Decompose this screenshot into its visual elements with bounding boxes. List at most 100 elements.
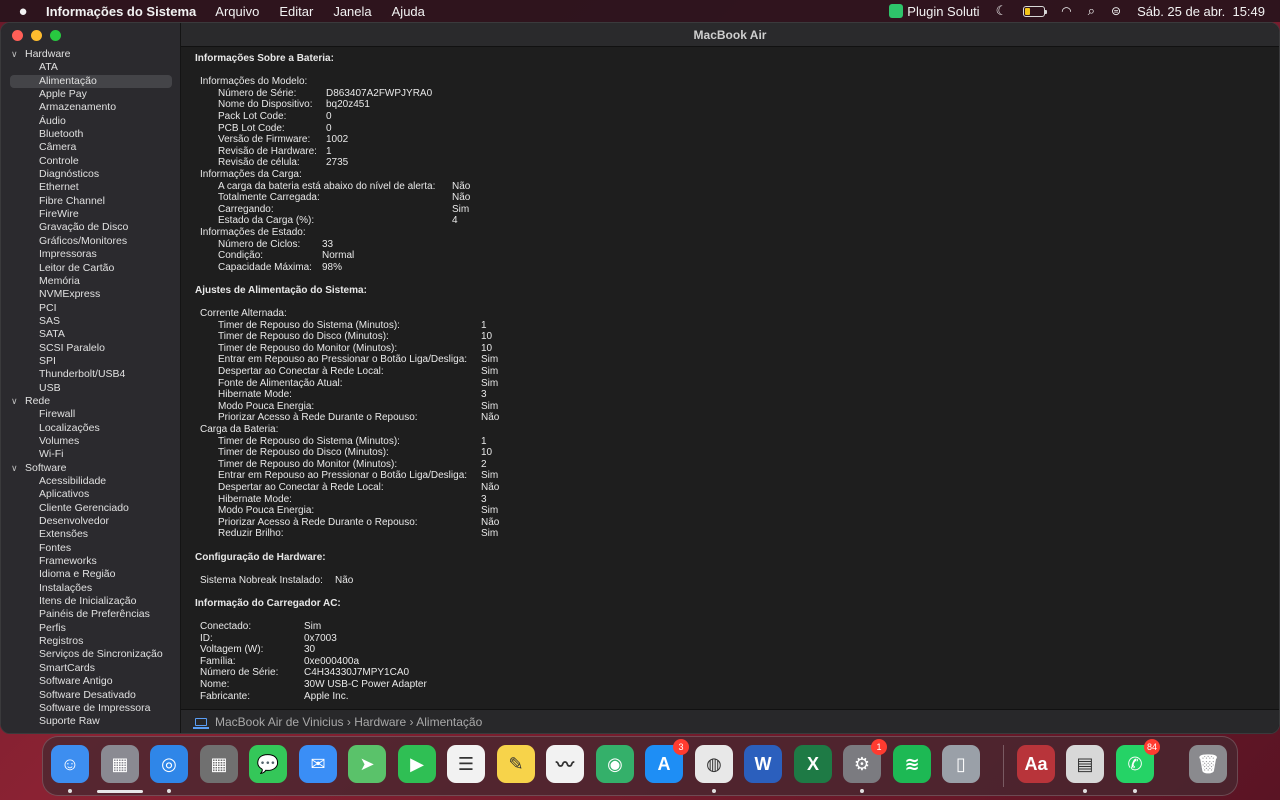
sidebar-item-volumes[interactable]: Volumes xyxy=(1,435,181,448)
sidebar-item-paineis-de-preferencias[interactable]: Painéis de Preferências xyxy=(1,608,181,621)
info-key: Timer de Repouso do Monitor (Minutos): xyxy=(218,458,398,470)
sidebar-item-diagnosticos[interactable]: Diagnósticos xyxy=(1,168,181,181)
sidebar-item-thunderbolt-usb4[interactable]: Thunderbolt/USB4 xyxy=(1,368,181,381)
app-menu[interactable]: Informações do Sistema xyxy=(46,4,196,19)
info-value: Sim xyxy=(481,377,499,389)
sidebar-item-fontes[interactable]: Fontes xyxy=(1,542,181,555)
sidebar-item-servicos-de-sincronizacao[interactable]: Serviços de Sincronização xyxy=(1,648,181,661)
sidebar-item-armazenamento[interactable]: Armazenamento xyxy=(1,101,181,114)
sidebar-item-suporte-raw[interactable]: Suporte Raw xyxy=(1,715,181,728)
path-segment-hardware[interactable]: Hardware xyxy=(354,715,406,729)
sidebar-item-firewall[interactable]: Firewall xyxy=(1,408,181,421)
dock-iphone-mirroring-icon[interactable]: ▯ xyxy=(942,745,980,783)
sidebar-item-software-antigo[interactable]: Software Antigo xyxy=(1,675,181,688)
sidebar-item-itens-de-inicializacao[interactable]: Itens de Inicialização xyxy=(1,595,181,608)
sidebar-item-smartcards[interactable]: SmartCards xyxy=(1,662,181,675)
sidebar-item-spi[interactable]: SPI xyxy=(1,355,181,368)
dock-safari-icon[interactable]: ◎ xyxy=(150,745,188,783)
path-segment-macbook-air-de-vinicius[interactable]: MacBook Air de Vinicius xyxy=(215,715,344,729)
dock-excel-icon[interactable]: X xyxy=(794,745,832,783)
dock-facetime-icon[interactable]: ▶ xyxy=(398,745,436,783)
sidebar-item-idioma-e-regiao[interactable]: Idioma e Região xyxy=(1,568,181,581)
battery-icon[interactable] xyxy=(1023,5,1048,17)
dock-notes-icon[interactable]: ✎ xyxy=(497,745,535,783)
dock-system-information-icon[interactable]: ▤ xyxy=(1066,745,1104,783)
dock-app-store-icon[interactable]: A3 xyxy=(645,739,689,783)
wifi-icon[interactable]: ◠ xyxy=(1061,4,1071,18)
chevron-down-icon[interactable]: ∨ xyxy=(11,48,25,61)
sidebar-item-software-desativado[interactable]: Software Desativado xyxy=(1,689,181,702)
sidebar-category-software[interactable]: ∨ Software xyxy=(1,462,181,475)
sidebar-item-sata[interactable]: SATA xyxy=(1,328,181,341)
sidebar-item-ata[interactable]: ATA xyxy=(1,61,181,74)
sidebar-item-nvmexpress[interactable]: NVMExpress xyxy=(1,288,181,301)
dock-messages-icon[interactable]: 💬 xyxy=(249,745,287,783)
sidebar-item-ethernet[interactable]: Ethernet xyxy=(1,181,181,194)
dock-word-icon[interactable]: W xyxy=(744,745,782,783)
sidebar-item-alimentacao[interactable]: Alimentação xyxy=(10,74,172,89)
sidebar-item-registros[interactable]: Registros xyxy=(1,635,181,648)
sidebar-item-aplicativos[interactable]: Aplicativos xyxy=(1,488,181,501)
dock-chrome-icon[interactable]: ◍ xyxy=(695,745,733,783)
sidebar-item-impressoras[interactable]: Impressoras xyxy=(1,248,181,261)
dock-dictionary-icon[interactable]: Aa xyxy=(1017,745,1055,783)
spotlight-search-icon[interactable]: ⌕ xyxy=(1088,3,1095,19)
sidebar-item-software-de-impressora[interactable]: Software de Impressora xyxy=(1,702,181,715)
plugin-soluti-status-item[interactable]: Plugin Soluti xyxy=(889,4,980,19)
info-value: Não xyxy=(452,180,471,192)
sidebar-item-camera[interactable]: Câmera xyxy=(1,141,181,154)
chevron-down-icon[interactable]: ∨ xyxy=(11,395,25,408)
focus-moon-icon[interactable]: ☾ xyxy=(996,3,1008,19)
zoom-button[interactable] xyxy=(50,30,61,41)
sidebar-item-cliente-gerenciado[interactable]: Cliente Gerenciado xyxy=(1,502,181,515)
sidebar-item-instalacoes[interactable]: Instalações xyxy=(1,582,181,595)
dock-launchpad-icon[interactable]: ▦ xyxy=(101,745,139,783)
apple-menu-icon[interactable]: ● xyxy=(0,3,46,20)
sidebar-item-usb[interactable]: USB xyxy=(1,382,181,395)
dock-reminders-icon[interactable]: ☰ xyxy=(447,745,485,783)
sidebar-item-memoria[interactable]: Memória xyxy=(1,275,181,288)
dock-system-settings-icon[interactable]: ⚙ 1 xyxy=(843,739,887,783)
menu-ajuda[interactable]: Ajuda xyxy=(392,4,425,19)
dock-mail-icon[interactable]: ✉ xyxy=(299,745,337,783)
sidebar-item-wi-fi[interactable]: Wi-Fi xyxy=(1,448,181,461)
sidebar-item-localizacoes[interactable]: Localizações xyxy=(1,422,181,435)
dock-find-my-icon[interactable]: ◉ xyxy=(596,745,634,783)
sidebar-item-bluetooth[interactable]: Bluetooth xyxy=(1,128,181,141)
dock-whatsapp-icon[interactable]: ✆ 84 xyxy=(1116,739,1160,783)
dock-spotify-icon[interactable]: ≋ xyxy=(893,745,931,783)
close-button[interactable] xyxy=(12,30,23,41)
sidebar-item-graficos-monitores[interactable]: Gráficos/Monitores xyxy=(1,235,181,248)
dock-trash-icon[interactable]: 🗑 xyxy=(1189,745,1227,783)
sidebar-item-perfis[interactable]: Perfis xyxy=(1,622,181,635)
sidebar-item-firewire[interactable]: FireWire xyxy=(1,208,181,221)
menu-editar[interactable]: Editar xyxy=(279,4,313,19)
dock-freeform-icon[interactable]: 〰 xyxy=(546,745,584,783)
sidebar-item-pci[interactable]: PCI xyxy=(1,302,181,315)
chevron-down-icon[interactable]: ∨ xyxy=(11,462,25,475)
menu-arquivo[interactable]: Arquivo xyxy=(215,4,259,19)
sidebar-item-controle[interactable]: Controle xyxy=(1,155,181,168)
dock-maps-icon[interactable]: ➤ xyxy=(348,745,386,783)
minimize-button[interactable] xyxy=(31,30,42,41)
menu-janela[interactable]: Janela xyxy=(333,4,371,19)
path-segment-alimentacao[interactable]: Alimentação xyxy=(416,715,482,729)
menubar-clock[interactable]: Sáb. 25 de abr. 15:49 xyxy=(1137,4,1265,19)
sidebar-item-frameworks[interactable]: Frameworks xyxy=(1,555,181,568)
sidebar-item-fibre-channel[interactable]: Fibre Channel xyxy=(1,195,181,208)
dock-finder-icon[interactable]: ☺ xyxy=(51,745,89,783)
sidebar-item-gravacao-de-disco[interactable]: Gravação de Disco xyxy=(1,221,181,234)
sidebar-item-desenvolvedor[interactable]: Desenvolvedor xyxy=(1,515,181,528)
sidebar-item-acessibilidade[interactable]: Acessibilidade xyxy=(1,475,181,488)
sidebar-item-scsi-paralelo[interactable]: SCSI Paralelo xyxy=(1,342,181,355)
info-key: Modo Pouca Energia: xyxy=(218,505,315,517)
dock-calculator-icon[interactable]: ▦ xyxy=(200,745,238,783)
sidebar-item-leitor-de-cartao[interactable]: Leitor de Cartão xyxy=(1,262,181,275)
sidebar-item-extensoes[interactable]: Extensões xyxy=(1,528,181,541)
sidebar-item-audio[interactable]: Áudio xyxy=(1,115,181,128)
control-center-icon[interactable]: ⊜ xyxy=(1111,4,1121,18)
sidebar-item-apple-pay[interactable]: Apple Pay xyxy=(1,88,181,101)
sidebar-item-sas[interactable]: SAS xyxy=(1,315,181,328)
sidebar-category-hardware[interactable]: ∨ Hardware xyxy=(1,48,181,61)
sidebar-category-rede[interactable]: ∨ Rede xyxy=(1,395,181,408)
